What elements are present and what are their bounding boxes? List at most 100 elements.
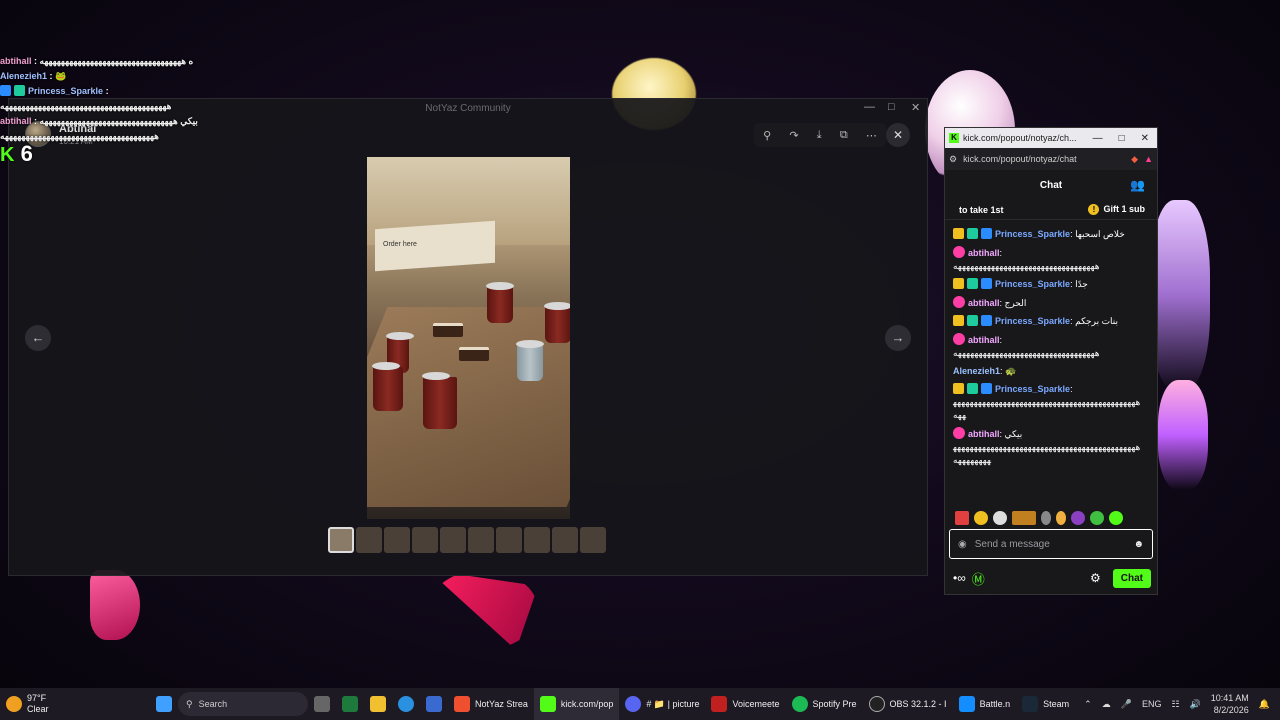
users-icon[interactable]: 👥: [1130, 178, 1145, 192]
chat-message: abtihall: ههههههههههههههههههههههههههههههه…: [953, 333, 1100, 358]
emote-icon[interactable]: [1012, 511, 1036, 525]
brave-icon: [454, 696, 470, 712]
emote-icon[interactable]: [974, 511, 988, 525]
chat-message: Princess_Sparkle: بنات برجكم: [953, 315, 1143, 328]
emote-icon[interactable]: [1056, 511, 1066, 525]
kick-extension-icon[interactable]: Ⓜ: [972, 569, 985, 588]
thumbnail[interactable]: [496, 527, 522, 553]
battlenet-icon: [958, 696, 975, 712]
obs-icon: [868, 696, 885, 712]
close-button[interactable]: ✕: [1141, 133, 1149, 144]
system-tray: ⌃ ☁ 🎤 ENG ☷ 🔊 10:41 AM 8/2/2026 🔔: [1084, 688, 1270, 720]
brave-shield-icon[interactable]: ◆: [1131, 154, 1138, 165]
close-viewer-button[interactable]: ✕: [886, 123, 910, 147]
maximize-button[interactable]: □: [1119, 133, 1125, 144]
kick-icon: [539, 696, 556, 712]
forward-icon[interactable]: ↷: [789, 129, 798, 142]
chat-message: abtihall: ههههههههههههههههههههههههههههههه…: [953, 246, 1100, 271]
emote-icon[interactable]: [955, 511, 969, 525]
start-button[interactable]: [150, 688, 178, 720]
window-close-button[interactable]: ✕: [911, 101, 920, 114]
chat-footer: •∞ Ⓜ ⚙ Chat: [953, 568, 1151, 588]
thumbnail[interactable]: [524, 527, 550, 553]
emote-icon[interactable]: [1041, 511, 1051, 525]
viewed-photo: Order here: [367, 157, 570, 519]
windows-icon: [156, 696, 172, 712]
task-view-button[interactable]: [308, 688, 336, 720]
sub-badge-icon: [981, 228, 992, 239]
emote-icon[interactable]: [993, 511, 1007, 525]
microphone-icon[interactable]: 🎤: [1121, 699, 1132, 710]
emote-icon[interactable]: [1109, 511, 1123, 525]
maximize-button[interactable]: □: [888, 101, 895, 113]
thumbnail[interactable]: [328, 527, 354, 553]
download-icon[interactable]: ⤓: [817, 129, 822, 142]
send-chat-button[interactable]: Chat: [1112, 568, 1151, 588]
thumbnail[interactable]: [412, 527, 438, 553]
chat-message: abtihall: الحرج: [953, 296, 1143, 310]
site-info-icon[interactable]: ⚙: [949, 154, 957, 165]
taskbar-app[interactable]: # 📁 | picture: [619, 688, 705, 720]
settings-gear-icon[interactable]: ⚙: [1090, 571, 1101, 585]
taskbar-app[interactable]: OBS 32.1.2 - I: [863, 688, 953, 720]
thumbnail[interactable]: [580, 527, 606, 553]
taskbar-app[interactable]: [364, 688, 392, 720]
image-viewer-window: NotYaz Community — □ ✕ Abtihal 10:21 AM …: [8, 98, 928, 576]
taskbar-app[interactable]: [336, 688, 364, 720]
pinned-banner[interactable]: to take 1st ! Gift 1 sub: [945, 200, 1157, 220]
tray-app-icon[interactable]: ☁: [1102, 699, 1111, 710]
coin-icon: !: [1088, 204, 1100, 215]
more-icon[interactable]: ⋯: [866, 129, 877, 142]
taskbar-search[interactable]: ⚲ Search: [178, 692, 308, 716]
emote-icon[interactable]: [1090, 511, 1104, 525]
taskbar-app[interactable]: NotYaz Strea: [448, 688, 534, 720]
viewer-toolbar: ⚲ ↷ ⤓ ⧉ ⋯: [754, 123, 886, 147]
language-indicator[interactable]: ENG: [1142, 699, 1162, 709]
open-external-icon[interactable]: ⧉: [840, 129, 848, 142]
tab-title: kick.com/popout/notyaz/ch...: [963, 133, 1077, 143]
address-bar[interactable]: ⚙ kick.com/popout/notyaz/chat ◆ ▲: [945, 148, 1157, 170]
url-text[interactable]: kick.com/popout/notyaz/chat: [963, 154, 1077, 164]
minimize-button[interactable]: —: [1093, 133, 1103, 144]
clock[interactable]: 10:41 AM 8/2/2026: [1211, 692, 1249, 716]
overlay-message: Princess_Sparkle :: [0, 84, 250, 99]
emoji-picker-icon[interactable]: ☻: [1133, 539, 1144, 550]
wallpaper-shape: [1158, 380, 1208, 490]
gift-sub-button[interactable]: ! Gift 1 sub: [1088, 204, 1145, 215]
minimize-button[interactable]: —: [864, 101, 875, 113]
zoom-icon[interactable]: ⚲: [763, 129, 771, 142]
previous-image-button[interactable]: ←: [25, 325, 51, 351]
taskbar-app[interactable]: Steam: [1016, 688, 1075, 720]
thumbnail[interactable]: [440, 527, 466, 553]
taskbar-app[interactable]: Battle.n: [953, 688, 1017, 720]
stream-chat-overlay: abtihall : ه ههههههههههههههههههههههههههه…: [0, 54, 250, 165]
tray-expand-icon[interactable]: ⌃: [1084, 699, 1092, 710]
thumbnail[interactable]: [468, 527, 494, 553]
message-input[interactable]: ◉ Send a message ☻: [949, 529, 1153, 559]
rewards-icon[interactable]: ▲: [1144, 154, 1153, 164]
taskbar-app[interactable]: Voicemeete: [705, 688, 785, 720]
user-badge-icon: [953, 246, 965, 258]
kicks-icon[interactable]: •∞: [953, 571, 966, 585]
weather-temp: 97°F: [27, 693, 47, 703]
search-icon: ⚲: [186, 698, 193, 709]
crown-badge-icon: [953, 228, 964, 239]
thumbnail[interactable]: [552, 527, 578, 553]
volume-icon[interactable]: 🔊: [1190, 699, 1201, 710]
taskbar-app[interactable]: [392, 688, 420, 720]
spotify-icon: [791, 696, 808, 712]
notifications-icon[interactable]: 🔔: [1259, 699, 1270, 710]
next-image-button[interactable]: →: [885, 325, 911, 351]
emote-icon[interactable]: [1071, 511, 1085, 525]
photo-sign-text: Order here: [383, 241, 417, 248]
weather-desc: Clear: [27, 704, 49, 714]
thumbnail[interactable]: [384, 527, 410, 553]
emote-bar: [955, 511, 1123, 525]
weather-widget[interactable]: 97°F Clear: [0, 688, 150, 720]
taskbar-app[interactable]: Spotify Pre: [786, 688, 863, 720]
taskbar-app[interactable]: kick.com/pop: [533, 688, 620, 720]
thumbnail[interactable]: [356, 527, 382, 553]
taskbar-app[interactable]: [420, 688, 448, 720]
voicemeeter-icon: [711, 696, 728, 712]
wifi-icon[interactable]: ☷: [1171, 699, 1179, 710]
